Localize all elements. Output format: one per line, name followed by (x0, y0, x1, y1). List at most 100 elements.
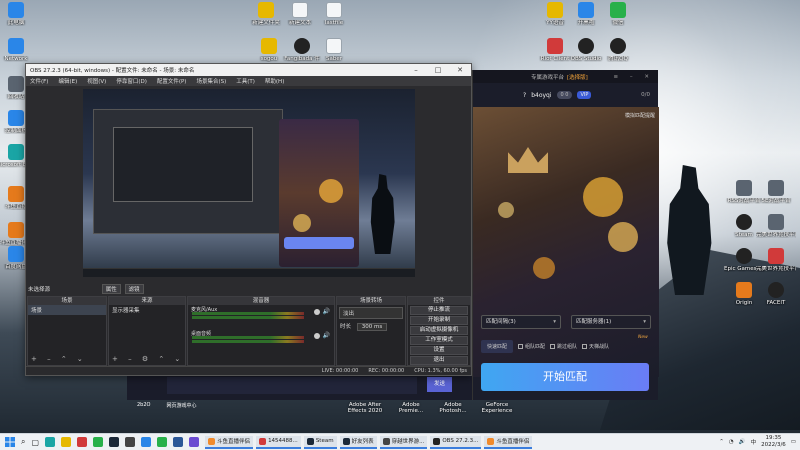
steam-icon[interactable] (109, 437, 120, 447)
source-item[interactable]: 显示器采集 (109, 305, 185, 315)
menu-edit[interactable]: 编辑(E) (58, 77, 77, 85)
checkbox[interactable] (550, 344, 556, 349)
username[interactable]: b4oyqi (531, 92, 551, 99)
desktop-icon[interactable]: 5E对战平台 (756, 180, 796, 204)
desktop-bottom-labels: Adobe After Effects 2020 Adobe Premie...… (345, 402, 515, 414)
desktop-icon-label: 微信 (612, 20, 624, 26)
volume-fader[interactable] (192, 340, 304, 343)
task-view-icon[interactable]: ▢ (31, 438, 39, 447)
taskbar-app-button[interactable]: 1454488... (256, 435, 301, 449)
desktop-icon[interactable]: 完美世界竞技平台 (756, 248, 796, 272)
desktop-icon-label[interactable]: Adobe Premie... (395, 402, 427, 414)
notification-icon[interactable]: ▭ (791, 439, 796, 445)
speaker-icon[interactable]: 🔊 (323, 308, 330, 315)
clock[interactable]: 19:35 2022/3/6 (761, 435, 786, 448)
app-icon[interactable] (189, 437, 200, 447)
ime-indicator[interactable]: 中 (751, 438, 757, 446)
search-icon[interactable]: ⌕ (21, 437, 25, 447)
game-launcher-strip: 发送 2b2O 网页游戏中心 (127, 374, 472, 409)
desktop-icon[interactable]: 此电脑 (0, 2, 36, 26)
start-recording-button[interactable]: 开始录制 (410, 316, 468, 325)
maximize-icon[interactable]: □ (427, 66, 449, 74)
desktop-icon-label[interactable]: Adobe Photosh... (437, 402, 469, 414)
taskbar-app-button[interactable]: 斗鱼直播伴侣 (205, 435, 254, 449)
menu-scene-collection[interactable]: 场景集合(S) (196, 77, 226, 85)
obs-preview[interactable] (83, 89, 415, 277)
app-icon (433, 437, 441, 445)
taskbar-app-button[interactable]: 斗鱼直播伴侣 (484, 435, 533, 449)
desktop-icon[interactable]: 腾讯QQ (598, 38, 638, 62)
volume-icon[interactable]: 🔊 (739, 439, 746, 445)
duration-input[interactable]: 300 ms (356, 323, 388, 331)
menu-view[interactable]: 视图(V) (87, 77, 106, 85)
exit-button[interactable]: 退出 (410, 356, 468, 365)
studio-mode-button[interactable]: 工作室模式 (410, 336, 468, 345)
stop-streaming-button[interactable]: 停止推流 (410, 306, 468, 315)
scene-item[interactable]: 场景 (28, 305, 106, 315)
desktop-icon[interactable]: 完美世界竞技平台 (756, 214, 796, 238)
settings-button[interactable]: 设置 (410, 346, 468, 355)
virtual-camera-button[interactable]: 启动虚拟摄像机 (410, 326, 468, 335)
network-icon[interactable]: ◔ (729, 439, 734, 445)
desktop-icon[interactable]: Saber (314, 38, 354, 62)
taskbar-app-button[interactable]: OBS 27.2.3... (430, 435, 482, 449)
app-icon[interactable] (125, 437, 136, 447)
quick-match-tab[interactable]: 快速匹配 (481, 340, 514, 353)
taskbar-app-button[interactable]: 穿越世界游... (379, 435, 428, 449)
menu-file[interactable]: 文件(F) (30, 77, 48, 85)
live-status: LIVE: 00:00:00 (321, 368, 359, 374)
desktop-icon[interactable]: lastfile (314, 2, 354, 26)
match-server-select[interactable]: 匹配服务器(1) (571, 315, 651, 329)
launcher-send-button[interactable]: 发送 (427, 377, 452, 392)
source-actions[interactable]: + – ⚙ ⌃ ⌄ (112, 355, 184, 363)
menu-help[interactable]: 帮助(H) (265, 77, 284, 85)
window-controls[interactable]: ≡ – ✕ (614, 74, 658, 80)
helper-link[interactable]: 模拟匹配提醒 (625, 112, 655, 119)
taskbar-app-button[interactable]: 好友列表 (339, 435, 377, 449)
desktop-icon[interactable]: FACEIT (756, 282, 796, 306)
edge-icon[interactable] (45, 437, 56, 447)
launcher-input[interactable] (167, 377, 417, 394)
wechat-icon[interactable] (93, 437, 104, 447)
duration-row: 时长 300 ms (337, 321, 405, 331)
desktop-icon-label: 腾讯QQ (608, 56, 628, 62)
tray-chevron-icon[interactable]: ⌃ (719, 439, 724, 445)
checkbox[interactable] (582, 344, 588, 349)
netease-icon[interactable] (77, 437, 88, 447)
properties-button[interactable]: 属性 (101, 284, 121, 294)
transition-select[interactable]: 淡出 (339, 307, 403, 319)
obs-titlebar[interactable]: OBS 27.2.3 (64-bit, windows) - 配置文件: 未命名… (26, 64, 471, 76)
desktop-icon-label[interactable]: Adobe After Effects 2020 (345, 402, 385, 414)
5e-icon (768, 180, 784, 196)
option-ladder[interactable]: 天梯战队 (582, 343, 609, 350)
perfect-world-icon (768, 214, 784, 230)
fader-knob[interactable] (314, 309, 320, 315)
game-app-titlebar[interactable]: 专属游戏平台 [选择版] ≡ – ✕ (473, 70, 658, 83)
explorer-icon[interactable] (61, 437, 72, 447)
minimize-icon[interactable]: – (405, 66, 427, 74)
close-icon[interactable]: ✕ (449, 66, 471, 74)
option-team-match[interactable]: 组队匹配 (518, 343, 545, 350)
menu-profile[interactable]: 配置文件(P) (157, 77, 187, 85)
desktop-icon[interactable]: 微信 (598, 2, 638, 26)
match-interval-select[interactable]: 匹配间隔(3) (481, 315, 561, 329)
word-icon[interactable] (173, 437, 184, 447)
menu-tools[interactable]: 工具(T) (236, 77, 255, 85)
volume-fader[interactable] (192, 316, 304, 319)
menu-docks[interactable]: 停靠窗口(D) (116, 77, 147, 85)
start-match-button[interactable]: 开始匹配 (481, 363, 649, 391)
desktop-icon-label: FACEIT (766, 300, 786, 306)
checkbox[interactable] (518, 344, 524, 349)
qq-icon[interactable] (141, 437, 152, 447)
windows-start-icon[interactable] (2, 434, 18, 450)
filters-button[interactable]: 滤镜 (124, 284, 144, 294)
fader-knob[interactable] (314, 333, 320, 339)
speaker-icon[interactable]: 🔊 (323, 332, 330, 339)
option-skip-team[interactable]: 跳过组队 (550, 343, 577, 350)
help-icon[interactable]: ? (523, 92, 526, 99)
xbox-icon[interactable] (157, 437, 168, 447)
scene-actions[interactable]: + – ⌃ ⌄ (31, 355, 87, 363)
desktop-icon[interactable]: Network (0, 38, 36, 62)
taskbar-app-button[interactable]: Steam (303, 435, 337, 449)
desktop-icon-label[interactable]: GeForce Experience (479, 402, 515, 414)
